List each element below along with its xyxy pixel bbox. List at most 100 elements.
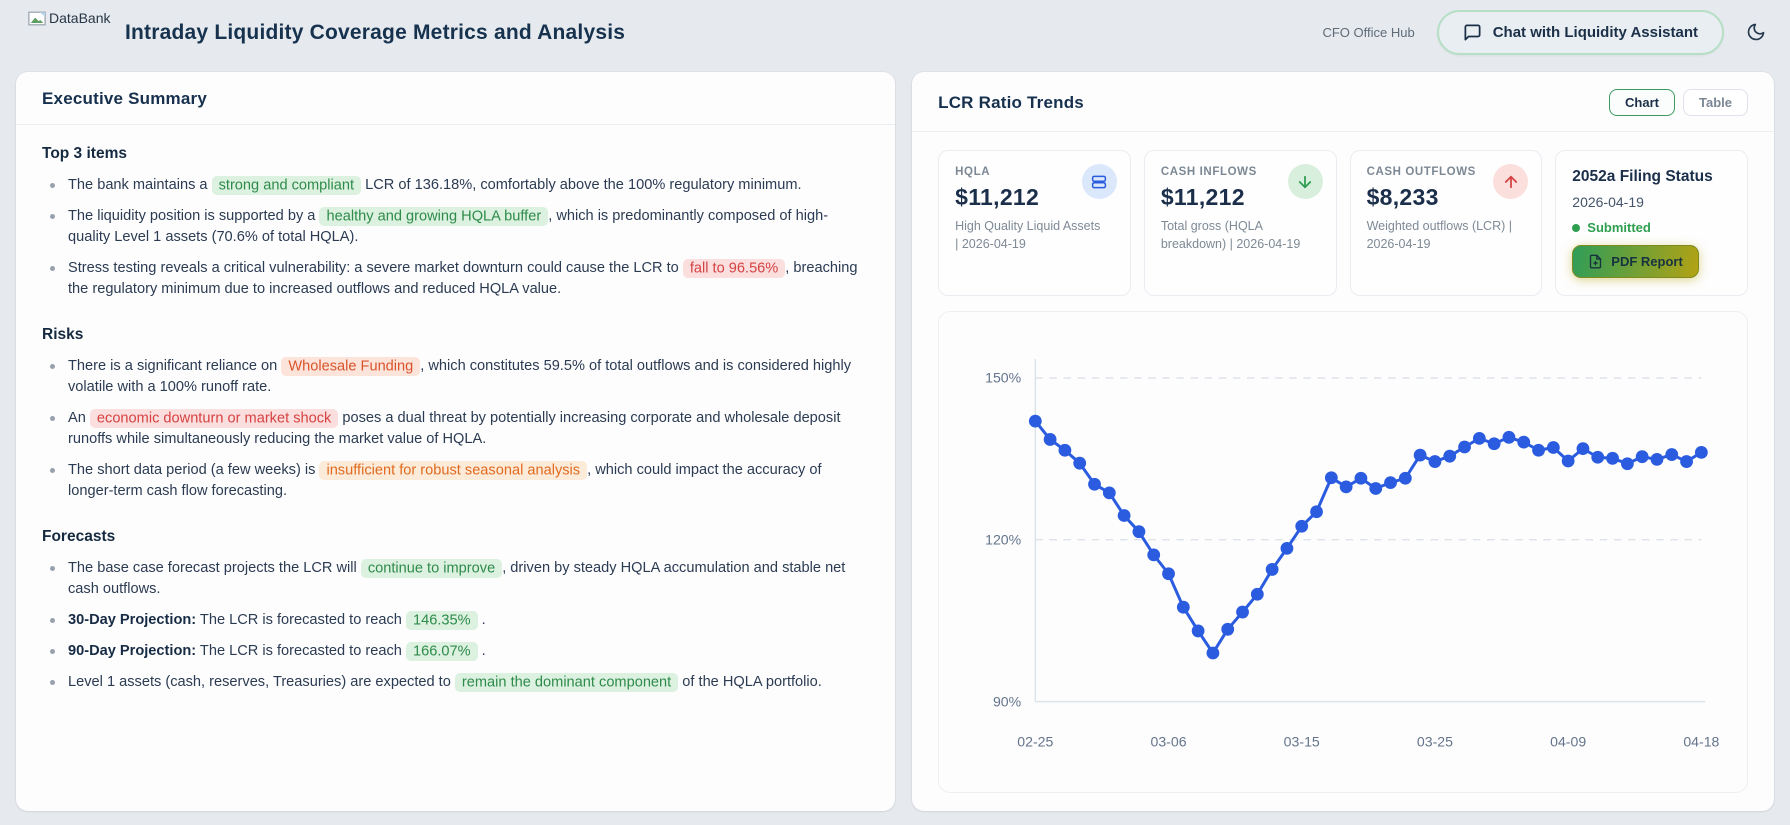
bullet-text: 90-Day Projection: The LCR is forecasted… [68, 641, 486, 662]
data-point [1192, 625, 1205, 638]
stat-card-hqla: HQLA $11,212 High Quality Liquid Assets … [938, 150, 1131, 296]
data-point [1414, 449, 1427, 462]
chart-toggle-button[interactable]: Chart [1609, 89, 1675, 116]
highlight-chip: 166.07% [406, 642, 478, 661]
highlight-chip: 146.35% [406, 611, 478, 630]
section-heading: Risks [42, 326, 869, 344]
data-point [1680, 455, 1693, 468]
data-point [1118, 509, 1131, 522]
data-point [1429, 455, 1442, 468]
summary-bullet: There is a significant reliance on Whole… [42, 356, 869, 398]
executive-summary-header: Executive Summary [16, 72, 895, 125]
data-point [1103, 486, 1116, 499]
broken-image-icon [28, 11, 46, 26]
summary-bullet: The short data period (a few weeks) is i… [42, 460, 869, 502]
bullet-text: The short data period (a few weeks) is i… [68, 460, 869, 502]
data-point [1488, 437, 1501, 450]
highlight-chip: strong and compliant [212, 176, 361, 195]
workspace-label: CFO Office Hub [1322, 25, 1414, 40]
highlight-chip: fall to 96.56% [683, 259, 785, 278]
data-point [1340, 481, 1353, 494]
x-axis-tick-label: 03-15 [1284, 734, 1320, 750]
file-plus-icon [1588, 254, 1603, 269]
view-toggle: Chart Table [1609, 89, 1748, 116]
data-point [1399, 472, 1412, 485]
card-subtitle: Weighted outflows (LCR) | 2026-04-19 [1367, 218, 1517, 253]
bullet-text: Stress testing reveals a critical vulner… [68, 258, 869, 300]
filing-date: 2026-04-19 [1572, 194, 1731, 210]
lcr-chart: 150%120%90%02-2503-0603-1503-2504-0904-1… [938, 311, 1748, 793]
executive-summary-panel: Executive Summary Top 3 itemsThe bank ma… [16, 72, 895, 811]
data-point [1532, 444, 1545, 457]
executive-summary-title: Executive Summary [42, 89, 207, 109]
moon-icon [1746, 22, 1766, 42]
summary-bullet: 30-Day Projection: The LCR is forecasted… [42, 610, 869, 631]
data-point [1162, 567, 1175, 580]
header-actions: CFO Office Hub Chat with Liquidity Assis… [1322, 0, 1766, 64]
bullet-dot-icon [50, 468, 55, 473]
data-point [1236, 606, 1249, 619]
data-point [1355, 472, 1368, 485]
highlight-chip: continue to improve [361, 559, 502, 578]
data-point [1059, 444, 1072, 457]
summary-bullet: The bank maintains a strong and complian… [42, 175, 869, 196]
data-point [1251, 588, 1264, 601]
data-point [1384, 476, 1397, 489]
card-subtitle: Total gross (HQLA breakdown) | 2026-04-1… [1161, 218, 1311, 253]
data-point [1591, 451, 1604, 464]
lcr-trends-panel: LCR Ratio Trends Chart Table HQLA $11,21… [912, 72, 1774, 811]
data-point [1369, 482, 1382, 495]
bullet-dot-icon [50, 364, 55, 369]
highlight-chip: economic downturn or market shock [90, 409, 338, 428]
data-point [1310, 505, 1323, 518]
data-point [1577, 442, 1590, 455]
data-point [1147, 548, 1160, 561]
data-point [1636, 450, 1649, 463]
data-point [1207, 647, 1220, 660]
data-point [1503, 431, 1516, 444]
card-subtitle: High Quality Liquid Assets | 2026-04-19 [955, 218, 1105, 253]
bullet-text: The bank maintains a strong and complian… [68, 175, 802, 196]
bullet-dot-icon [50, 618, 55, 623]
dark-mode-toggle[interactable] [1746, 22, 1766, 42]
bullet-text: 30-Day Projection: The LCR is forecasted… [68, 610, 486, 631]
data-point [1651, 453, 1664, 466]
summary-bullet: Level 1 assets (cash, reserves, Treasuri… [42, 672, 869, 693]
x-axis-tick-label: 03-25 [1417, 734, 1453, 750]
chat-bubble-icon [1463, 23, 1482, 42]
data-point [1221, 623, 1234, 636]
bullet-dot-icon [50, 680, 55, 685]
bullet-dot-icon [50, 566, 55, 571]
data-point [1695, 446, 1708, 459]
bullet-text: There is a significant reliance on Whole… [68, 356, 869, 398]
table-toggle-button[interactable]: Table [1683, 89, 1748, 116]
summary-list: The bank maintains a strong and complian… [42, 175, 869, 310]
data-point [1621, 457, 1634, 470]
filing-title: 2052a Filing Status [1572, 168, 1731, 186]
pdf-report-button[interactable]: PDF Report [1572, 245, 1699, 278]
data-point [1473, 432, 1486, 445]
filing-status-card: 2052a Filing Status 2026-04-19 Submitted… [1555, 150, 1748, 296]
y-axis-tick-label: 90% [993, 693, 1022, 709]
stat-card-cash-inflows: CASH INFLOWS $11,212 Total gross (HQLA b… [1144, 150, 1337, 296]
data-point [1266, 563, 1279, 576]
status-badge: Submitted [1587, 220, 1651, 235]
data-point [1295, 520, 1308, 533]
data-point [1562, 455, 1575, 468]
x-axis-tick-label: 02-25 [1017, 734, 1053, 750]
data-point [1517, 436, 1530, 449]
highlight-chip: Wholesale Funding [281, 357, 420, 376]
y-axis-tick-label: 150% [985, 370, 1022, 386]
summary-bullet: Stress testing reveals a critical vulner… [42, 258, 869, 300]
bullet-dot-icon [50, 214, 55, 219]
lcr-trends-header: LCR Ratio Trends Chart Table [912, 72, 1774, 132]
x-axis-tick-label: 03-06 [1151, 734, 1187, 750]
data-point [1088, 478, 1101, 491]
lcr-trends-body: HQLA $11,212 High Quality Liquid Assets … [912, 132, 1774, 811]
summary-bullet: An economic downturn or market shock pos… [42, 408, 869, 450]
chat-assistant-button[interactable]: Chat with Liquidity Assistant [1437, 10, 1724, 55]
stat-card-cash-outflows: CASH OUTFLOWS $8,233 Weighted outflows (… [1350, 150, 1543, 296]
status-dot-icon [1572, 224, 1580, 232]
page-title: Intraday Liquidity Coverage Metrics and … [125, 21, 625, 45]
pdf-button-label: PDF Report [1611, 254, 1683, 269]
